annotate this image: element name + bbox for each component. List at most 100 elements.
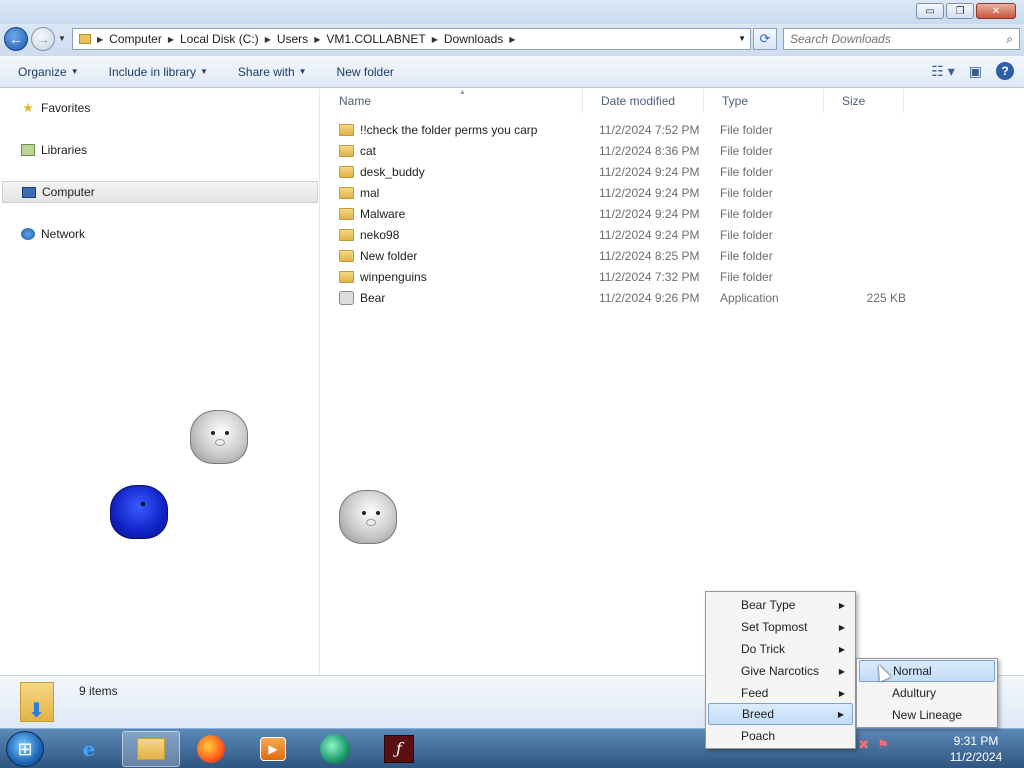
column-header-name[interactable]: Name — [321, 89, 583, 113]
breadcrumb-item[interactable]: Downloads — [438, 32, 509, 46]
submenu-arrow-icon: ▶ — [838, 666, 845, 676]
breadcrumb-item[interactable]: Local Disk (C:) — [174, 32, 265, 46]
system-clock[interactable]: 9:31 PM 11/2/2024 — [936, 733, 1016, 765]
organize-menu[interactable]: Organize ▼ — [0, 65, 89, 79]
search-icon[interactable]: ⌕ — [1006, 32, 1013, 47]
file-row[interactable]: winpenguins 11/2/2024 7:32 PM File folde… — [321, 266, 1024, 287]
bear-pet-blue[interactable] — [110, 485, 168, 539]
bear-context-menu: Bear Type ▶ Set Topmost ▶ Do Trick ▶ Give N… — [705, 591, 856, 749]
network-icon — [20, 226, 36, 242]
file-type: File folder — [720, 164, 773, 179]
menu-item-label: Give Narcotics — [741, 664, 820, 678]
change-view-icon[interactable]: ☷ ▾ — [931, 63, 954, 80]
maximize-button[interactable]: ❐ — [946, 3, 974, 19]
file-date: 11/2/2024 9:24 PM — [599, 227, 700, 242]
breadcrumb-item[interactable]: Computer — [103, 32, 168, 46]
submenu-item-adultury[interactable]: Adultury — [859, 682, 995, 704]
file-row[interactable]: desk_buddy 11/2/2024 9:24 PM File folder — [321, 161, 1024, 182]
nav-item-libraries[interactable]: Libraries — [2, 139, 318, 161]
chevron-right-icon[interactable]: ▶ — [509, 35, 515, 44]
media-player-icon[interactable]: ▶ — [244, 731, 302, 767]
file-row[interactable]: Bear 11/2/2024 9:26 PM Application 225 K… — [321, 287, 1024, 308]
column-header-size[interactable]: Size — [824, 89, 904, 113]
menu-item-do-trick[interactable]: Do Trick ▶ — [708, 638, 853, 660]
submenu-item-new-lineage[interactable]: New Lineage — [859, 704, 995, 726]
volume-muted-icon[interactable]: ✖ — [858, 737, 869, 753]
file-type: Application — [720, 290, 779, 305]
menu-item-set-topmost[interactable]: Set Topmost ▶ — [708, 616, 853, 638]
file-name: winpenguins — [360, 269, 427, 284]
column-header-type[interactable]: Type — [704, 89, 824, 113]
forward-button[interactable]: → — [31, 27, 55, 51]
file-row[interactable]: New folder 11/2/2024 8:25 PM File folder — [321, 245, 1024, 266]
file-name: Bear — [360, 290, 386, 305]
new-folder-button[interactable]: New folder — [317, 65, 404, 79]
menu-item-breed[interactable]: Breed ▶ — [708, 703, 853, 725]
nav-item-favorites[interactable]: ★ Favorites — [2, 97, 318, 119]
bear-pet[interactable] — [339, 490, 397, 544]
menu-item-label: Do Trick — [741, 642, 786, 656]
app-icon[interactable] — [306, 731, 364, 767]
nav-item-computer[interactable]: Computer — [2, 181, 318, 203]
breadcrumb-item[interactable]: Users — [271, 32, 314, 46]
file-date: 11/2/2024 9:26 PM — [599, 290, 700, 305]
search-input[interactable] — [784, 29, 984, 49]
help-icon[interactable]: ? — [996, 62, 1014, 80]
breadcrumb-item[interactable]: VM1.COLLABNET — [320, 32, 431, 46]
file-type: File folder — [720, 206, 773, 221]
folder-icon — [339, 207, 354, 220]
menu-item-label: Normal — [893, 664, 932, 678]
menu-item-label: Poach — [741, 729, 776, 743]
share-with-menu[interactable]: Share with ▼ — [218, 65, 317, 79]
preview-pane-icon[interactable]: ▣ — [969, 63, 982, 80]
file-type: File folder — [720, 185, 773, 200]
nav-item-label: Favorites — [41, 101, 91, 115]
back-button[interactable]: ← — [4, 27, 28, 51]
address-dropdown-icon[interactable]: ▼ — [738, 34, 746, 43]
start-button[interactable]: ⊞ — [6, 731, 44, 767]
windows-explorer-icon[interactable] — [122, 731, 180, 767]
title-bar: ▭ ❐ ✕ — [0, 0, 1024, 24]
application-icon — [339, 290, 354, 305]
file-row[interactable]: mal 11/2/2024 9:24 PM File folder — [321, 182, 1024, 203]
nav-item-network[interactable]: Network — [2, 223, 318, 245]
file-row[interactable]: neko98 11/2/2024 9:24 PM File folder — [321, 224, 1024, 245]
file-list: ▲ Name Date modified Type Size !!check t… — [321, 89, 1024, 675]
action-center-icon[interactable]: ⚑ — [877, 737, 889, 753]
window-controls: ▭ ❐ ✕ — [916, 3, 1016, 19]
search-box: ⌕ — [783, 28, 1020, 50]
close-button[interactable]: ✕ — [976, 3, 1016, 19]
menu-item-feed[interactable]: Feed ▶ — [708, 682, 853, 704]
recent-pages-dropdown[interactable]: ▼ — [58, 34, 66, 43]
minimize-button[interactable]: ▭ — [916, 3, 944, 19]
back-arrow-icon: ← — [9, 31, 23, 47]
file-row[interactable]: Malware 11/2/2024 9:24 PM File folder — [321, 203, 1024, 224]
firefox-icon[interactable] — [182, 731, 240, 767]
file-date: 11/2/2024 9:24 PM — [599, 185, 700, 200]
file-date: 11/2/2024 9:24 PM — [599, 164, 700, 179]
folder-icon — [339, 249, 354, 262]
menu-item-give-narcotics[interactable]: Give Narcotics ▶ — [708, 660, 853, 682]
clock-date: 11/2/2024 — [949, 750, 1003, 764]
flash-icon[interactable]: ƒ — [370, 731, 428, 767]
star-icon: ★ — [22, 100, 34, 115]
folder-icon — [339, 186, 354, 199]
file-name: mal — [360, 185, 380, 200]
address-bar[interactable]: ▶ Computer ▶ Local Disk (C:) ▶ Users ▶ V… — [72, 28, 751, 50]
bear-pet[interactable] — [190, 410, 248, 464]
forward-arrow-icon: → — [36, 31, 50, 47]
submenu-arrow-icon: ▶ — [838, 600, 845, 610]
file-name: neko98 — [360, 227, 400, 242]
chevron-down-icon: ▼ — [70, 67, 79, 76]
refresh-button[interactable]: ⟳ — [753, 28, 777, 50]
internet-explorer-icon[interactable]: e — [60, 731, 118, 767]
include-in-library-menu[interactable]: Include in library ▼ — [89, 65, 218, 79]
computer-icon — [21, 184, 37, 200]
windows-logo-icon: ⊞ — [17, 738, 33, 759]
column-header-date-modified[interactable]: Date modified — [583, 89, 704, 113]
menu-item-poach[interactable]: Poach — [708, 725, 853, 747]
file-row[interactable]: cat 11/2/2024 8:36 PM File folder — [321, 140, 1024, 161]
file-type: File folder — [720, 227, 773, 242]
file-row[interactable]: !!check the folder perms you carp 11/2/2… — [321, 119, 1024, 140]
menu-item-bear-type[interactable]: Bear Type ▶ — [708, 594, 853, 616]
